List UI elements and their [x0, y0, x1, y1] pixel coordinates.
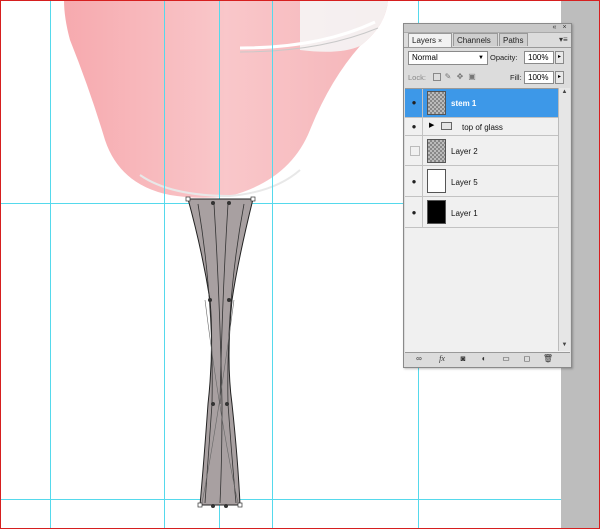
panel-titlebar[interactable]: « ×: [404, 24, 571, 33]
fx-icon[interactable]: fx: [436, 354, 448, 364]
layer-thumbnail: [427, 91, 446, 115]
opacity-label: Opacity:: [490, 53, 518, 62]
expand-triangle-icon[interactable]: ▶: [429, 121, 434, 129]
layer-thumbnail: [427, 139, 446, 163]
fill-field[interactable]: 100%: [524, 71, 554, 84]
lock-all-icon[interactable]: ▣: [468, 73, 476, 81]
group-icon[interactable]: ▭: [500, 354, 512, 364]
fill-slider-button[interactable]: ▸: [555, 71, 564, 84]
layer-name: Layer 1: [451, 209, 478, 218]
mask-icon[interactable]: ◙: [457, 354, 469, 364]
panel-bottom-toolbar: ∞ fx ◙ ◐ ▭ ◻ 🗑: [404, 352, 571, 367]
folder-icon: [441, 122, 452, 130]
layers-panel: « × Layers × Channels Paths ▾≡ Normal ▼ O…: [403, 23, 572, 368]
layer-row-layer-5[interactable]: ● Layer 5: [405, 166, 558, 197]
tab-paths-label: Paths: [503, 36, 524, 45]
layer-row-layer-1[interactable]: ● Layer 1: [405, 197, 558, 228]
eye-icon[interactable]: ●: [409, 208, 419, 218]
scroll-up-icon[interactable]: ▲: [559, 88, 570, 97]
layer-name: Layer 2: [451, 147, 478, 156]
tab-channels-label: Channels: [457, 36, 491, 45]
collapse-icon[interactable]: «: [551, 24, 558, 31]
layer-row-stem-1[interactable]: ● stem 1: [405, 89, 558, 118]
visibility-off-box[interactable]: [410, 146, 420, 156]
opacity-slider-button[interactable]: ▸: [555, 51, 564, 64]
tab-divider: [404, 47, 571, 48]
panel-menu-icon[interactable]: ▾≡: [559, 35, 568, 44]
new-layer-icon[interactable]: ◻: [521, 354, 533, 364]
layer-row-top-of-glass[interactable]: ● ▶ top of glass: [405, 118, 558, 136]
adjustment-icon[interactable]: ◐: [478, 354, 490, 364]
tab-layers[interactable]: Layers ×: [408, 33, 452, 47]
photoshop-workspace: « × Layers × Channels Paths ▾≡ Normal ▼ O…: [0, 0, 600, 529]
dropdown-arrow-icon: ▼: [478, 55, 484, 61]
fill-label: Fill:: [510, 73, 522, 82]
eye-icon[interactable]: ●: [409, 98, 419, 108]
tab-paths[interactable]: Paths: [499, 33, 528, 46]
close-icon[interactable]: ×: [561, 24, 568, 31]
scroll-down-icon[interactable]: ▼: [559, 341, 570, 350]
opacity-field[interactable]: 100%: [524, 51, 554, 64]
layers-scrollbar[interactable]: ▲ ▼: [558, 88, 570, 351]
layer-name: top of glass: [462, 123, 503, 132]
layer-list: ● stem 1 ● ▶ top of glass Layer 2 ● Laye…: [405, 88, 570, 353]
trash-icon[interactable]: 🗑: [542, 354, 554, 364]
eye-icon[interactable]: ●: [409, 122, 419, 132]
lock-paint-icon[interactable]: ✎: [444, 73, 452, 81]
blend-mode-select[interactable]: Normal ▼: [408, 51, 488, 65]
lock-label: Lock:: [408, 73, 426, 82]
tab-channels[interactable]: Channels: [453, 33, 498, 46]
link-icon[interactable]: ∞: [413, 354, 425, 364]
tab-close-icon[interactable]: ×: [438, 38, 442, 45]
tab-layers-label: Layers: [412, 36, 437, 45]
lock-transparency-icon[interactable]: [433, 73, 441, 81]
lock-move-icon[interactable]: ✥: [456, 73, 464, 81]
eye-icon[interactable]: ●: [409, 177, 419, 187]
layer-thumbnail: [427, 200, 446, 224]
layer-name: Layer 5: [451, 178, 478, 187]
layer-thumbnail: [427, 169, 446, 193]
blend-mode-value: Normal: [412, 53, 438, 62]
layer-row-layer-2[interactable]: Layer 2: [405, 136, 558, 166]
layer-name: stem 1: [451, 99, 477, 108]
